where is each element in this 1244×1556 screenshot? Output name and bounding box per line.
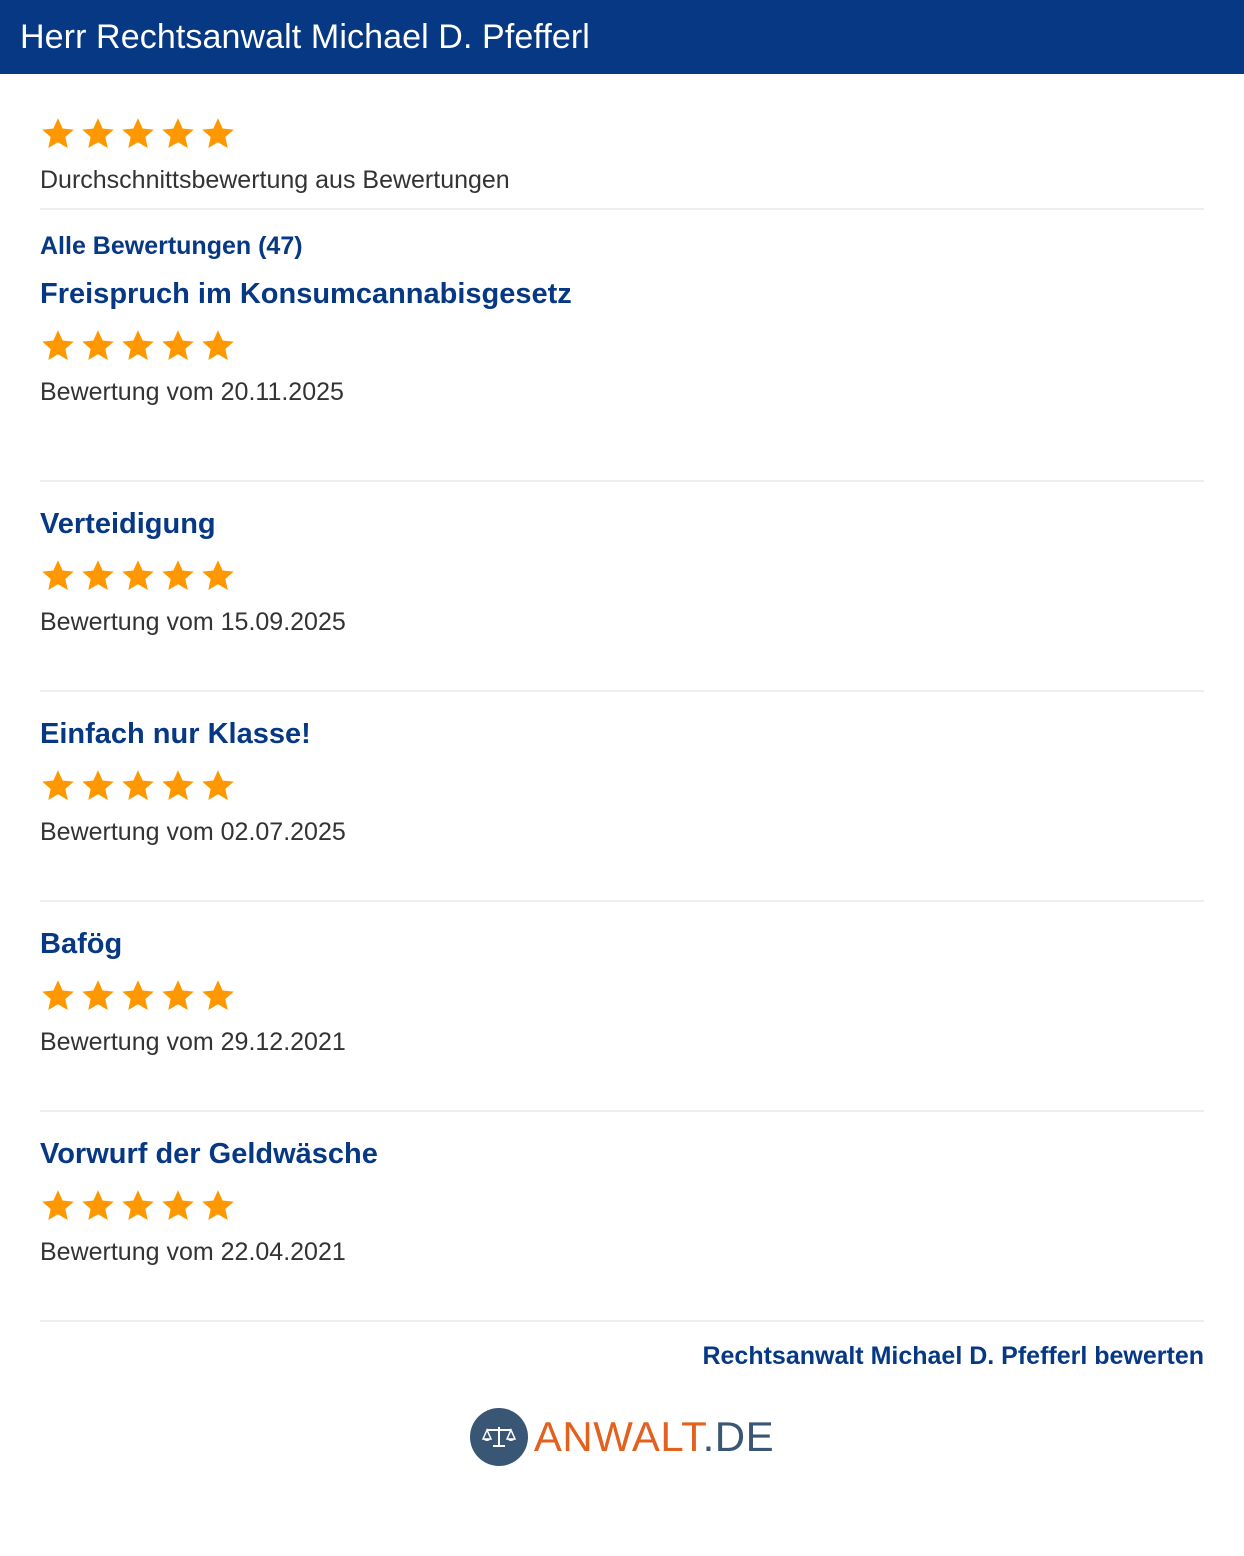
star-icon xyxy=(162,770,194,800)
divider xyxy=(40,208,1204,210)
star-icon xyxy=(42,330,74,360)
star-icon xyxy=(122,560,154,590)
star-icon xyxy=(122,118,154,148)
review-date: Bewertung vom 20.11.2025 xyxy=(40,378,344,406)
page-title: Herr Rechtsanwalt Michael D. Pfefferl xyxy=(20,17,590,56)
star-icon xyxy=(82,118,114,148)
average-rating-stars xyxy=(40,116,1204,152)
star-icon xyxy=(162,118,194,148)
anwalt-de-logo[interactable]: ANWALT.DE xyxy=(40,1408,1204,1466)
star-icon xyxy=(202,560,234,590)
star-icon xyxy=(82,1190,114,1220)
review-title[interactable]: Bafög xyxy=(40,922,1204,966)
review-list: Freispruch im Konsumcannabisgesetz Bewer… xyxy=(40,272,1204,1322)
review-title[interactable]: Freispruch im Konsumcannabisgesetz xyxy=(40,272,1204,316)
review-rating-stars xyxy=(40,328,1204,364)
average-rating-text: Durchschnittsbewertung aus Bewertungen xyxy=(40,166,510,194)
star-icon xyxy=(42,118,74,148)
star-icon xyxy=(202,980,234,1010)
all-reviews-link[interactable]: Alle Bewertungen (47) xyxy=(40,232,1204,272)
divider xyxy=(40,1320,1204,1322)
rate-lawyer-link[interactable]: Rechtsanwalt Michael D. Pfefferl bewerte… xyxy=(40,1342,1204,1378)
review-rating-stars xyxy=(40,1188,1204,1224)
star-icon xyxy=(202,1190,234,1220)
review-date: Bewertung vom 22.04.2021 xyxy=(40,1238,346,1266)
page-header: Herr Rechtsanwalt Michael D. Pfefferl xyxy=(0,0,1244,74)
review-title[interactable]: Vorwurf der Geldwäsche xyxy=(40,1132,1204,1176)
review-date: Bewertung vom 02.07.2025 xyxy=(40,818,346,846)
star-icon xyxy=(202,118,234,148)
main-content: Durchschnittsbewertung aus Bewertungen A… xyxy=(0,74,1244,1466)
star-icon xyxy=(162,560,194,590)
star-icon xyxy=(202,770,234,800)
review-rating-stars xyxy=(40,768,1204,804)
star-icon xyxy=(122,330,154,360)
review-date: Bewertung vom 29.12.2021 xyxy=(40,1028,346,1056)
star-icon xyxy=(162,1190,194,1220)
review-title[interactable]: Verteidigung xyxy=(40,502,1204,546)
review-title[interactable]: Einfach nur Klasse! xyxy=(40,712,1204,756)
star-icon xyxy=(82,330,114,360)
star-icon xyxy=(82,980,114,1010)
star-icon xyxy=(122,980,154,1010)
review-date: Bewertung vom 15.09.2025 xyxy=(40,608,346,636)
review-item: Verteidigung Bewertung vom 15.09.2025 xyxy=(40,482,1204,690)
logo-wordmark: ANWALT.DE xyxy=(533,1413,775,1460)
review-rating-stars xyxy=(40,558,1204,594)
review-item: Einfach nur Klasse! Bewertung vom 02.07.… xyxy=(40,692,1204,900)
rating-summary: Durchschnittsbewertung aus Bewertungen xyxy=(40,74,1204,208)
star-icon xyxy=(162,980,194,1010)
review-item: Bafög Bewertung vom 29.12.2021 xyxy=(40,902,1204,1110)
star-icon xyxy=(42,770,74,800)
star-icon xyxy=(42,980,74,1010)
star-icon xyxy=(162,330,194,360)
star-icon xyxy=(82,560,114,590)
star-icon xyxy=(122,770,154,800)
star-icon xyxy=(202,330,234,360)
scales-icon xyxy=(469,1408,528,1466)
review-item: Vorwurf der Geldwäsche Bewertung vom 22.… xyxy=(40,1112,1204,1320)
star-icon xyxy=(42,1190,74,1220)
star-icon xyxy=(42,560,74,590)
review-item: Freispruch im Konsumcannabisgesetz Bewer… xyxy=(40,272,1204,480)
review-rating-stars xyxy=(40,978,1204,1014)
star-icon xyxy=(82,770,114,800)
star-icon xyxy=(122,1190,154,1220)
